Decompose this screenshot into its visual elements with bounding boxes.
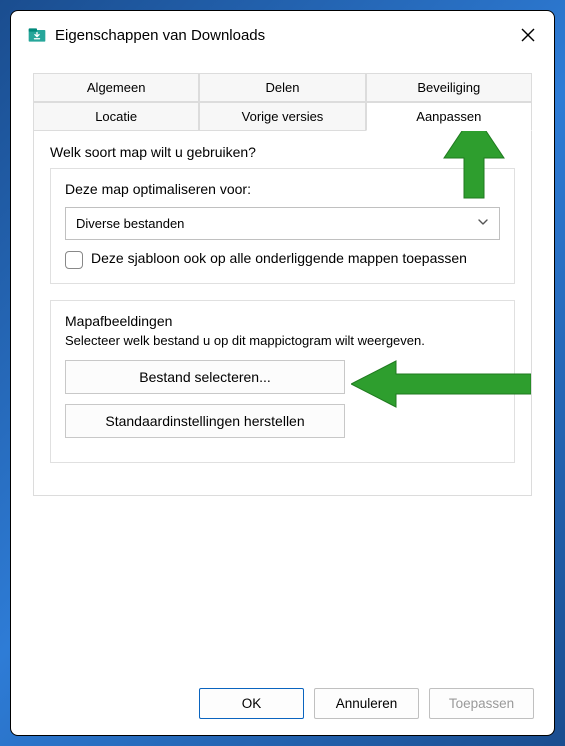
apply-to-subfolders-label: Deze sjabloon ook op alle onderliggende … bbox=[91, 250, 467, 266]
close-button[interactable] bbox=[514, 21, 542, 49]
tab-location[interactable]: Locatie bbox=[33, 102, 199, 131]
tab-security[interactable]: Beveiliging bbox=[366, 73, 532, 102]
restore-defaults-button[interactable]: Standaardinstellingen herstellen bbox=[65, 404, 345, 438]
folder-images-groupbox: Mapafbeeldingen Selecteer welk bestand u… bbox=[50, 300, 515, 463]
choose-file-button[interactable]: Bestand selecteren... bbox=[65, 360, 345, 394]
cancel-button[interactable]: Annuleren bbox=[314, 688, 419, 719]
tab-strip: Algemeen Delen Beveiliging Locatie Vorig… bbox=[33, 73, 532, 131]
window-title: Eigenschappen van Downloads bbox=[55, 27, 514, 44]
dialog-footer: OK Annuleren Toepassen bbox=[11, 676, 554, 735]
apply-to-subfolders-row[interactable]: Deze sjabloon ook op alle onderliggende … bbox=[65, 250, 500, 269]
optimize-dropdown[interactable]: Diverse bestanden bbox=[65, 207, 500, 240]
downloads-folder-icon bbox=[27, 25, 47, 45]
customize-panel: Welk soort map wilt u gebruiken? Deze ma… bbox=[33, 130, 532, 496]
apply-button[interactable]: Toepassen bbox=[429, 688, 534, 719]
properties-dialog: Eigenschappen van Downloads Algemeen Del… bbox=[10, 10, 555, 736]
ok-button[interactable]: OK bbox=[199, 688, 304, 719]
optimize-groupbox: Deze map optimaliseren voor: Diverse bes… bbox=[50, 168, 515, 284]
tab-general[interactable]: Algemeen bbox=[33, 73, 199, 102]
optimize-label: Deze map optimaliseren voor: bbox=[65, 181, 500, 201]
tab-sharing[interactable]: Delen bbox=[199, 73, 365, 102]
dropdown-value: Diverse bestanden bbox=[76, 216, 184, 231]
close-icon bbox=[521, 28, 535, 42]
folder-type-question: Welk soort map wilt u gebruiken? bbox=[50, 144, 515, 160]
tab-customize[interactable]: Aanpassen bbox=[366, 102, 532, 131]
folder-images-subtitle: Selecteer welk bestand u op dit mappicto… bbox=[65, 333, 500, 348]
titlebar: Eigenschappen van Downloads bbox=[11, 11, 554, 57]
folder-images-title: Mapafbeeldingen bbox=[65, 313, 500, 329]
apply-to-subfolders-checkbox[interactable] bbox=[65, 251, 83, 269]
chevron-down-icon bbox=[477, 216, 489, 231]
tab-previous-versions[interactable]: Vorige versies bbox=[199, 102, 365, 131]
content-area: Algemeen Delen Beveiliging Locatie Vorig… bbox=[11, 57, 554, 676]
